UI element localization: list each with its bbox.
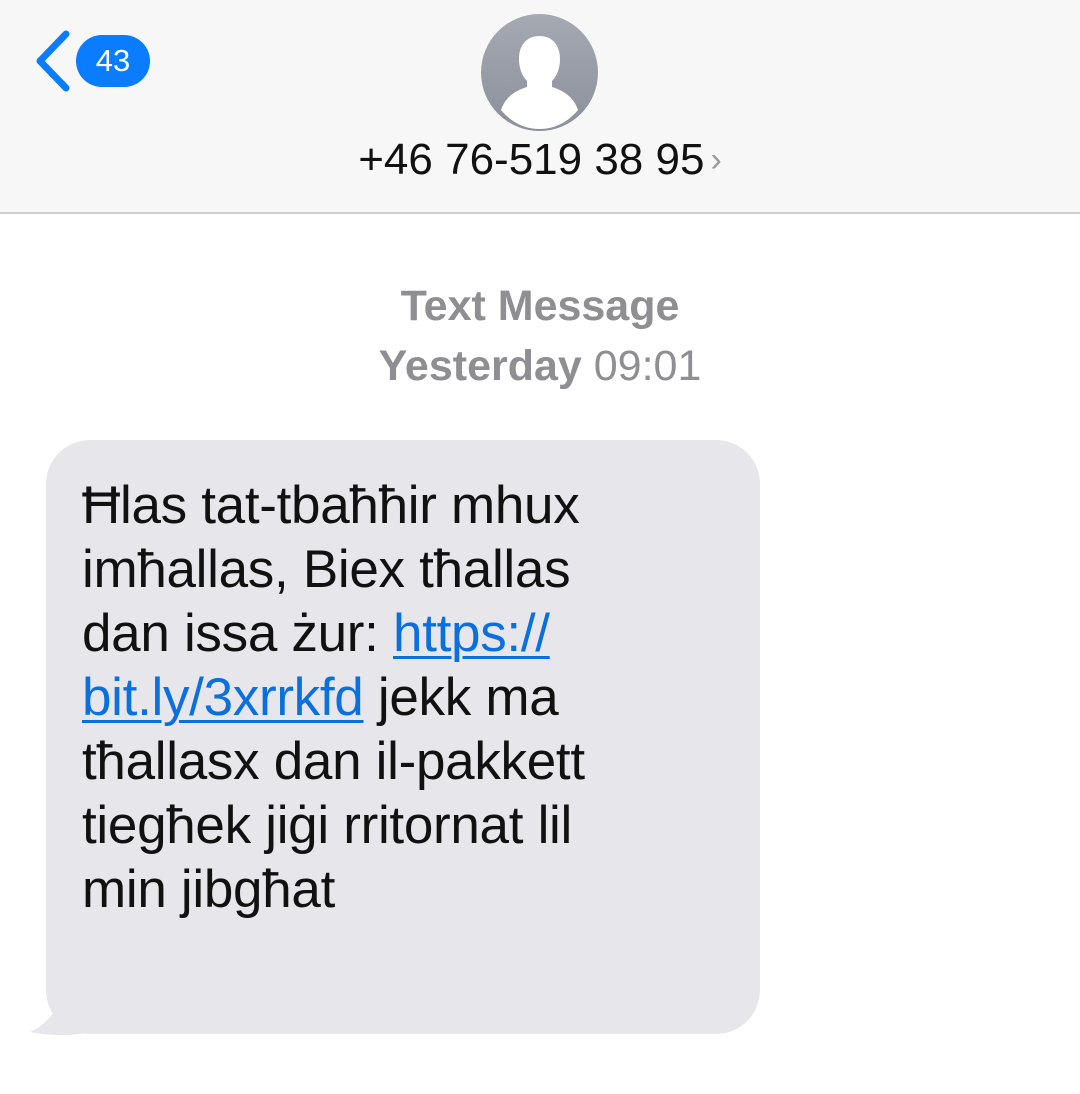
message-timestamp-header: Text Message Yesterday 09:01 bbox=[0, 276, 1080, 396]
service-label: Text Message bbox=[400, 282, 680, 330]
message-line: tħallasx dan il-pakkett bbox=[82, 732, 585, 791]
message-line: Ħlas tat-tbaħħir mhux bbox=[82, 476, 580, 535]
message-link-part2[interactable]: bit.ly/3xrrkfd bbox=[82, 668, 364, 727]
message-text: dan issa żur: bbox=[82, 604, 394, 663]
chevron-right-icon: › bbox=[710, 141, 722, 179]
chevron-left-icon bbox=[36, 30, 70, 92]
message-link-part1[interactable]: https:// bbox=[393, 604, 550, 663]
back-button[interactable]: 43 bbox=[30, 26, 150, 96]
contact-number: +46 76-519 38 95 bbox=[358, 135, 705, 184]
contact-details-button[interactable]: +46 76-519 38 95 › bbox=[0, 132, 1080, 191]
conversation-header: 43 +46 76-519 38 95 › bbox=[0, 0, 1080, 214]
message-line: dan issa żur: https:// bbox=[82, 602, 720, 666]
received-message[interactable]: Ħlas tat-tbaħħir mhux imħallas, Biex tħa… bbox=[30, 440, 760, 1040]
timestamp-day: Yesterday bbox=[378, 342, 582, 390]
message-line: min jibgħat bbox=[82, 860, 336, 919]
timestamp-time: 09:01 bbox=[593, 342, 702, 390]
person-silhouette-icon bbox=[501, 36, 578, 129]
unread-count-badge: 43 bbox=[76, 35, 150, 87]
contact-avatar[interactable] bbox=[481, 14, 598, 131]
message-bubble: Ħlas tat-tbaħħir mhux imħallas, Biex tħa… bbox=[46, 440, 760, 1034]
message-text: jekk ma bbox=[363, 668, 559, 727]
message-line: bit.ly/3xrrkfd jekk ma bbox=[82, 666, 720, 730]
message-line: imħallas, Biex tħallas bbox=[82, 540, 571, 599]
message-line: tiegħek jiġi rritornat lil bbox=[82, 796, 573, 855]
